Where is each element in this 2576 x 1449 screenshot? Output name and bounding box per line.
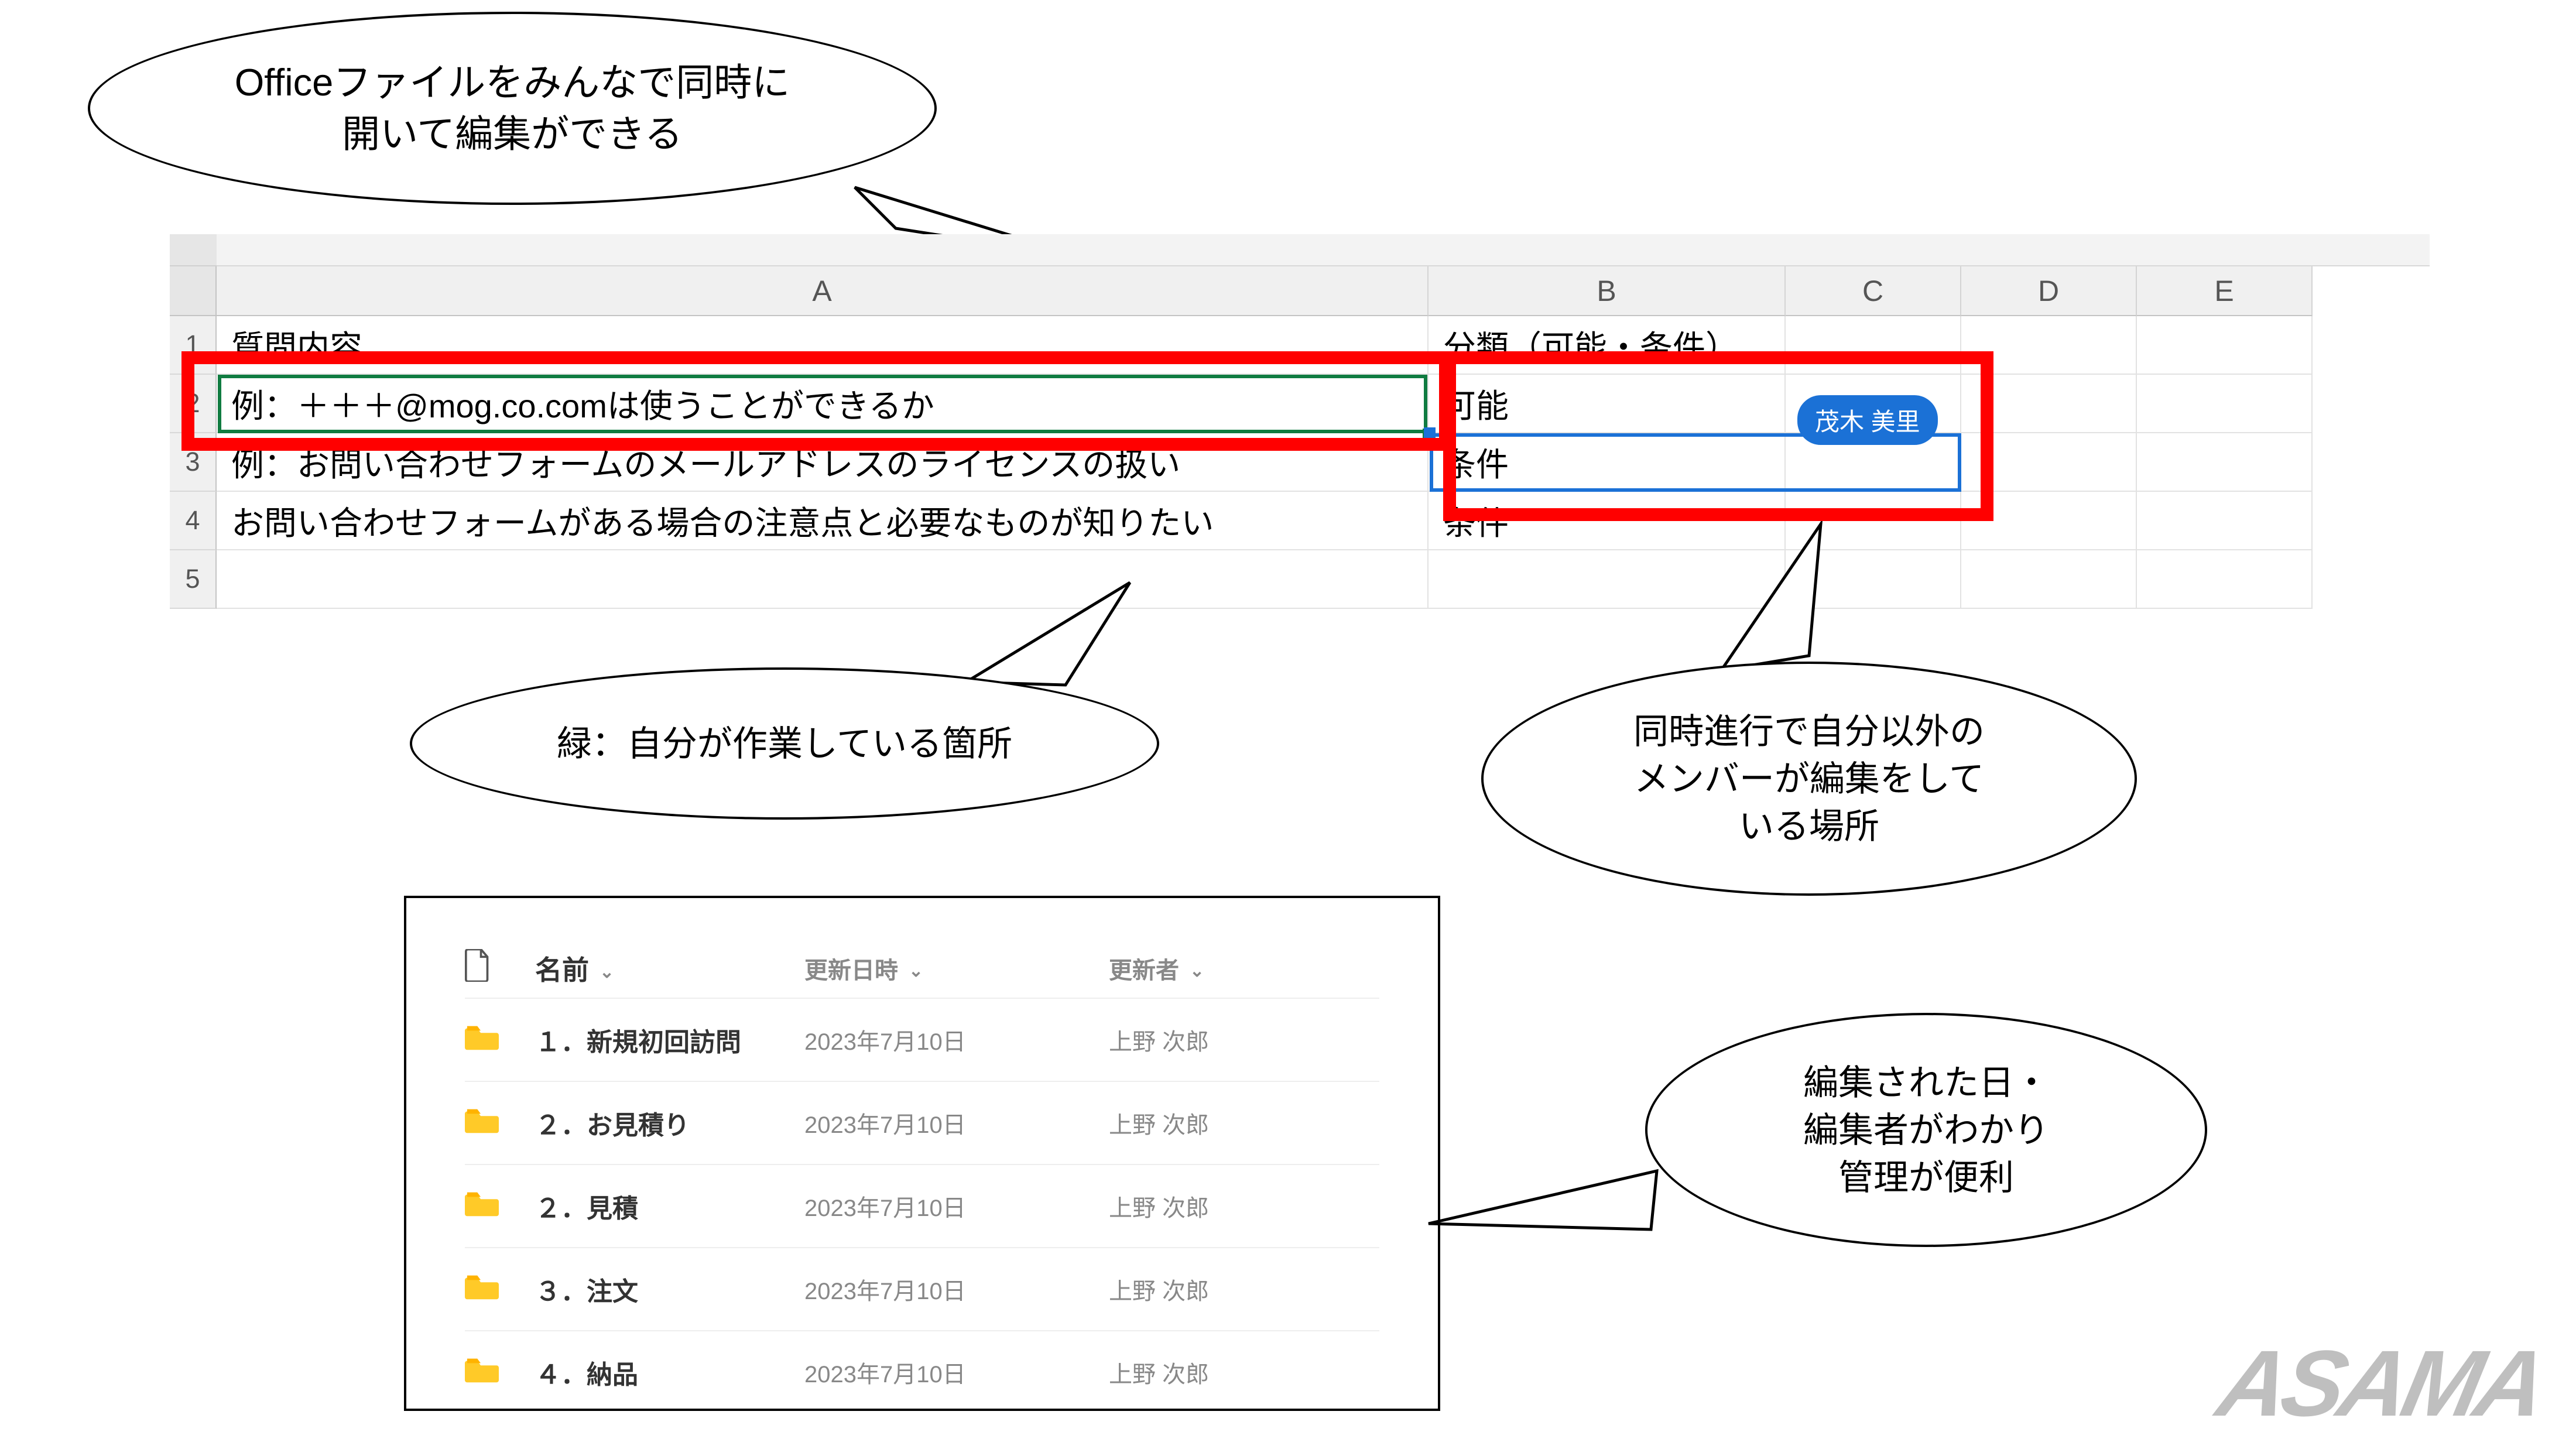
file-updater: 上野 次郎: [1109, 1189, 1284, 1223]
folder-icon: [465, 1190, 535, 1223]
row-header[interactable]: 3: [170, 433, 217, 492]
file-updated: 2023年7月10日: [804, 1355, 1109, 1389]
active-cell-outline: [218, 375, 1427, 433]
table-row: 1 質問内容 分類（可能・条件）: [170, 316, 2430, 375]
table-row: 4 お問い合わせフォームがある場合の注意点と必要なものが知りたい 条件: [170, 492, 2430, 550]
cell-A3[interactable]: 例：お問い合わせフォームのメールアドレスのライセンスの扱い: [217, 433, 1429, 492]
spreadsheet: A B C D E 1 質問内容 分類（可能・条件） 2 例：＋＋＋@mog.c…: [170, 234, 2430, 603]
file-list-header: 名前⌄ 更新日時⌄ 更新者⌄: [465, 939, 1379, 998]
file-name: ３．注文: [535, 1270, 804, 1308]
column-headers: A B C D E: [170, 266, 2430, 316]
row-header[interactable]: 1: [170, 316, 217, 375]
callout-text-line: 開いて編集ができる: [235, 108, 790, 160]
callout-text-line: 緑：自分が作業している箇所: [557, 720, 1012, 768]
row-header[interactable]: 2: [170, 375, 217, 433]
callout-tail: [1423, 1159, 1669, 1253]
file-updater: 上野 次郎: [1109, 1106, 1284, 1140]
callout-other-editing: 同時進行で自分以外の メンバーが編集をして いる場所: [1481, 662, 2137, 896]
other-user-name-pill: 茂木 美里: [1797, 395, 1938, 445]
callout-text-line: 編集された日・: [1803, 1059, 2049, 1107]
list-item[interactable]: １．新規初回訪問2023年7月10日上野 次郎: [465, 998, 1379, 1081]
cell-E5[interactable]: [2137, 550, 2313, 609]
list-item[interactable]: ２．お見積り2023年7月10日上野 次郎: [465, 1081, 1379, 1164]
col-header-D[interactable]: D: [1961, 266, 2137, 316]
table-row: 3 例：お問い合わせフォームのメールアドレスのライセンスの扱い 条件: [170, 433, 2430, 492]
cell-E4[interactable]: [2137, 492, 2313, 550]
file-list-panel: 名前⌄ 更新日時⌄ 更新者⌄ １．新規初回訪問2023年7月10日上野 次郎２．…: [404, 896, 1440, 1411]
folder-icon: [465, 1273, 535, 1306]
cell-E2[interactable]: [2137, 375, 2313, 433]
file-name: ２．お見積り: [535, 1104, 804, 1142]
col-header-E[interactable]: E: [2137, 266, 2313, 316]
file-header-updater[interactable]: 更新者⌄: [1109, 951, 1284, 985]
folder-icon: [465, 1107, 535, 1140]
cell-B2[interactable]: 可能: [1429, 375, 1786, 433]
folder-icon: [465, 1023, 535, 1057]
file-updated: 2023年7月10日: [804, 1106, 1109, 1140]
cell-D3[interactable]: [1961, 433, 2137, 492]
callout-text-line: 編集者がわかり: [1803, 1107, 2049, 1154]
file-name: ２．見積: [535, 1187, 804, 1225]
cell-A1[interactable]: 質問内容: [217, 316, 1429, 375]
table-row: 5: [170, 550, 2430, 609]
file-updated: 2023年7月10日: [804, 1189, 1109, 1223]
row-header[interactable]: 5: [170, 550, 217, 609]
file-name: １．新規初回訪問: [535, 1021, 804, 1059]
callout-self-editing: 緑：自分が作業している箇所: [410, 667, 1159, 820]
callout-text-line: Officeファイルをみんなで同時に: [235, 57, 790, 108]
callout-file-history: 編集された日・ 編集者がわかり 管理が便利: [1645, 1013, 2207, 1247]
col-header-A[interactable]: A: [217, 266, 1429, 316]
col-header-C[interactable]: C: [1786, 266, 1961, 316]
cell-E1[interactable]: [2137, 316, 2313, 375]
chevron-down-icon: ⌄: [600, 962, 614, 982]
file-updated: 2023年7月10日: [804, 1272, 1109, 1306]
cell-D1[interactable]: [1961, 316, 2137, 375]
file-updater: 上野 次郎: [1109, 1023, 1284, 1057]
file-updater: 上野 次郎: [1109, 1272, 1284, 1306]
file-header-updated[interactable]: 更新日時⌄: [804, 951, 1109, 985]
asama-logo: ASAMA: [2210, 1330, 2553, 1437]
document-icon: [465, 949, 491, 988]
cell-B1[interactable]: 分類（可能・条件）: [1429, 316, 1786, 375]
row-header[interactable]: 4: [170, 492, 217, 550]
cell-A5[interactable]: [217, 550, 1429, 609]
file-updater: 上野 次郎: [1109, 1355, 1284, 1389]
cell-D2[interactable]: [1961, 375, 2137, 433]
list-item[interactable]: ３．注文2023年7月10日上野 次郎: [465, 1247, 1379, 1330]
callout-office-coauthoring: Officeファイルをみんなで同時に 開いて編集ができる: [88, 12, 937, 205]
col-header-B[interactable]: B: [1429, 266, 1786, 316]
file-header-name[interactable]: 名前⌄: [535, 949, 804, 988]
cell-D5[interactable]: [1961, 550, 2137, 609]
cell-A4[interactable]: お問い合わせフォームがある場合の注意点と必要なものが知りたい: [217, 492, 1429, 550]
cell-C1[interactable]: [1786, 316, 1961, 375]
file-header-icon: [465, 949, 535, 988]
callout-tail: [1710, 521, 1862, 685]
chevron-down-icon: ⌄: [1190, 961, 1204, 981]
list-item[interactable]: ４．納品2023年7月10日上野 次郎: [465, 1330, 1379, 1413]
file-updated: 2023年7月10日: [804, 1023, 1109, 1057]
cell-D4[interactable]: [1961, 492, 2137, 550]
callout-text-line: メンバーが編集をして: [1633, 755, 1985, 803]
rowcol-gap: [170, 266, 217, 316]
callout-text-line: 管理が便利: [1803, 1154, 2049, 1201]
chevron-down-icon: ⌄: [909, 961, 923, 981]
list-item[interactable]: ２．見積2023年7月10日上野 次郎: [465, 1164, 1379, 1247]
sheet-body: 1 質問内容 分類（可能・条件） 2 例：＋＋＋@mog.co.comは使うこと…: [170, 316, 2430, 609]
callout-text-line: 同時進行で自分以外の: [1633, 708, 1985, 755]
callout-text-line: いる場所: [1633, 803, 1985, 850]
sheet-topstrip: [217, 234, 2430, 266]
file-name: ４．納品: [535, 1354, 804, 1391]
other-user-handle: [1424, 427, 1436, 439]
folder-icon: [465, 1356, 535, 1389]
cell-E3[interactable]: [2137, 433, 2313, 492]
sheet-corner: [170, 234, 217, 266]
